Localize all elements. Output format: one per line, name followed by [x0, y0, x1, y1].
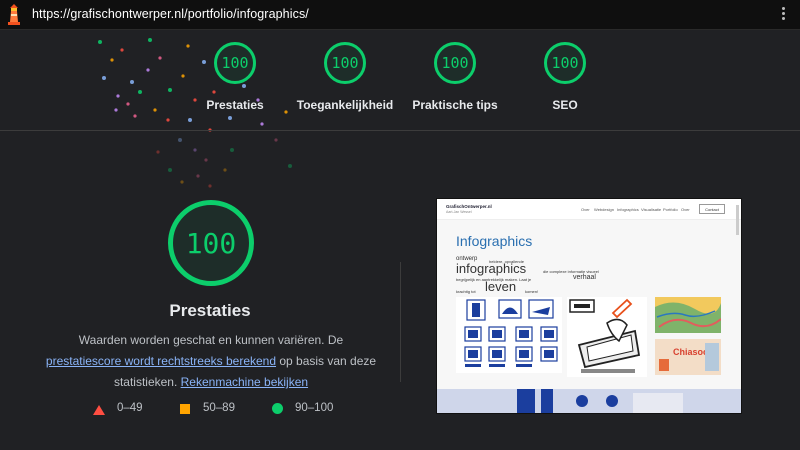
score-value: 100 [544, 42, 586, 84]
screenshot-nav: GrafischOntwerper.nl Aart-Jan Wessel Ove… [437, 199, 741, 220]
screenshot-nav-item: Infographics [617, 207, 639, 212]
performance-description: Waarden worden geschat en kunnen variëre… [40, 330, 382, 393]
confetti-dot [208, 184, 212, 188]
desc-prefix: Waarden worden geschat en kunnen variëre… [78, 333, 344, 347]
score-label: SEO [552, 98, 578, 112]
score-gauge-accessibility[interactable]: 100 Toegankelijkheid [290, 42, 400, 112]
divider [400, 262, 401, 382]
screenshot-brand: GrafischOntwerper.nl [446, 204, 492, 209]
screenshot-tagline: Aart-Jan Wessel [446, 210, 472, 214]
confetti-dot [193, 148, 197, 152]
legend-pass-range: 90–100 [295, 402, 334, 414]
calculator-link[interactable]: Rekenmachine bekijken [181, 375, 308, 389]
screenshot-word: infographics [456, 261, 527, 276]
performance-title: Prestaties [169, 301, 251, 320]
screenshot-nav-item: Over [681, 207, 690, 212]
screenshot-nav-item: Over [581, 207, 590, 212]
confetti-dot [230, 148, 234, 152]
score-gauge-performance[interactable]: 100 Prestaties [180, 42, 290, 112]
score-value: 100 [324, 42, 366, 84]
confetti-dot [204, 158, 208, 162]
score-label: Prestaties [206, 98, 264, 112]
screenshot-illustration-icons [456, 297, 562, 373]
screenshot-scrollbar [736, 205, 739, 235]
score-summary-bar: 100 Prestaties 100 Toegankelijkheid 100 … [0, 30, 800, 131]
confetti-dot [196, 174, 200, 178]
score-gauge-seo[interactable]: 100 SEO [510, 42, 620, 112]
kebab-menu-icon[interactable] [780, 6, 786, 24]
score-value: 100 [214, 42, 256, 84]
address-bar: https://grafischontwerper.nl/portfolio/i… [0, 0, 800, 30]
score-label: Toegankelijkheid [296, 98, 394, 112]
confetti-dot [274, 138, 278, 142]
confetti-dot [223, 168, 227, 172]
screenshot-word: komen! [525, 289, 539, 294]
score-value: 100 [434, 42, 476, 84]
screenshot-word: krachtig tot [456, 289, 476, 294]
confetti-dot [288, 164, 292, 168]
screenshot-illustration-tablet [567, 297, 647, 377]
legend-fail-range: 0–49 [117, 402, 143, 414]
lighthouse-icon [8, 4, 20, 25]
screenshot-word: verhaal [573, 274, 596, 281]
score-label: Praktische tips [412, 98, 498, 112]
screenshot-heading: Infographics [456, 233, 533, 249]
performance-score-gauge: 100 [168, 200, 254, 286]
confetti-dot [180, 180, 184, 184]
confetti-dot [156, 150, 160, 154]
score-gauge-best-practices[interactable]: 100 Praktische tips [400, 42, 510, 112]
screenshot-nav-item: Visualisatie [641, 207, 662, 212]
confetti-dot [168, 168, 172, 172]
screenshot-contact-button: Contact [699, 204, 725, 214]
screenshot-nav-item: Webdesign [594, 207, 614, 212]
screenshot-illustration-chiasoos: Chiasoos [655, 339, 721, 375]
screenshot-nav-item: Portfolio [663, 207, 678, 212]
performance-score-link[interactable]: prestatiescore wordt rechtstreeks bereke… [46, 354, 276, 368]
page-screenshot: GrafischOntwerper.nl Aart-Jan Wessel Ove… [436, 198, 742, 414]
average-square-icon [180, 404, 190, 414]
screenshot-illustration-map [655, 297, 722, 333]
fail-triangle-icon [93, 405, 105, 415]
legend-average-range: 50–89 [203, 402, 235, 414]
screenshot-footer-strip [437, 389, 741, 413]
screenshot-word: leven [485, 279, 517, 294]
confetti-dot [178, 138, 182, 142]
pass-circle-icon [272, 403, 283, 414]
url-text[interactable]: https://grafischontwerper.nl/portfolio/i… [32, 7, 309, 21]
